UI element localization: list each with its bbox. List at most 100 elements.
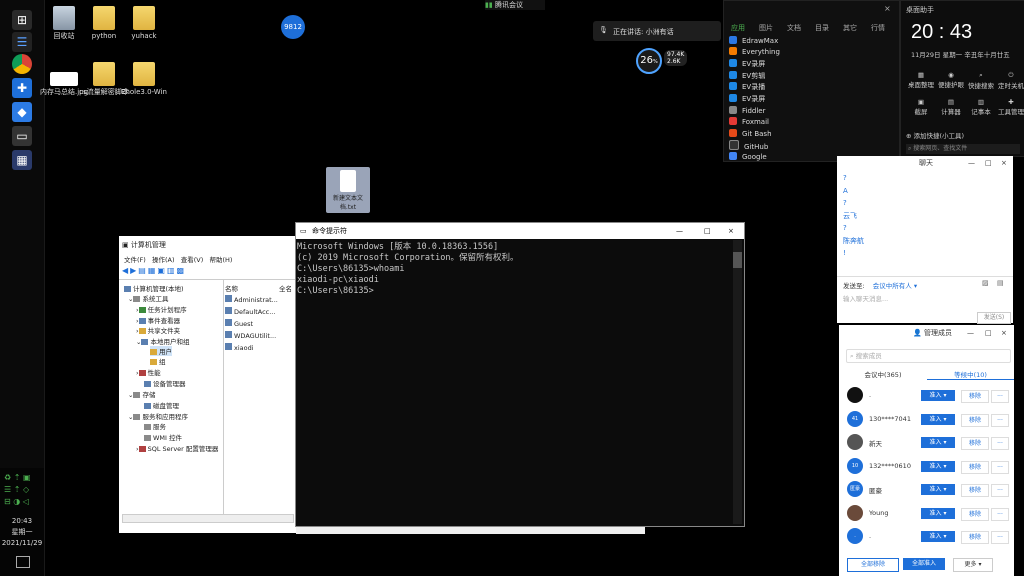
app-item[interactable]: EV录屏 xyxy=(729,94,765,104)
tab-dirs[interactable]: 目录 xyxy=(808,1,836,33)
app-item[interactable]: Google xyxy=(729,152,767,162)
admit-button[interactable]: 准入 ▾ xyxy=(921,484,955,495)
app-item[interactable]: GitHub xyxy=(729,140,768,151)
admit-button[interactable]: 准入 ▾ xyxy=(921,437,955,448)
minimize-icon[interactable]: — xyxy=(676,223,683,239)
quick-screenshot[interactable]: ▣ 截屏 xyxy=(906,98,936,116)
close-icon[interactable]: × xyxy=(728,223,734,239)
tree-device-manager[interactable]: 设备管理器 xyxy=(144,378,186,388)
column-fullname[interactable]: 全名 xyxy=(279,283,292,293)
more-options-icon[interactable]: ··· xyxy=(991,413,1009,427)
app-item[interactable]: EV录播 xyxy=(729,82,765,92)
user-row[interactable]: Guest xyxy=(225,319,253,328)
tree-wmi[interactable]: WMI 控件 xyxy=(144,432,182,442)
tree-root[interactable]: 计算机管理(本地) xyxy=(124,283,184,293)
tree-services[interactable]: 服务 xyxy=(144,421,166,431)
admit-button[interactable]: 准入 ▾ xyxy=(921,531,955,542)
tab-waiting[interactable]: 等候中(10) xyxy=(927,369,1014,380)
quick-notepad[interactable]: ▥ 记事本 xyxy=(966,98,996,116)
minimize-icon[interactable]: — xyxy=(968,156,975,170)
tree-services-apps[interactable]: ⌄ 服务和应用程序 xyxy=(128,411,188,421)
tab-market[interactable]: 行情 xyxy=(864,1,892,33)
quick-shutdown[interactable]: ⏻ 定时关机 xyxy=(996,71,1024,90)
tree-groups[interactable]: 组 xyxy=(150,356,166,366)
maximize-icon[interactable]: □ xyxy=(985,156,992,170)
horizontal-scrollbar[interactable] xyxy=(122,514,294,523)
add-quick-button[interactable]: ⊕ 添加快捷(小工具) xyxy=(906,130,964,140)
notification-icon[interactable] xyxy=(16,556,30,568)
file-icon[interactable]: ▤ xyxy=(997,279,1004,287)
chat-input[interactable]: 输入聊天消息... xyxy=(843,293,888,303)
admit-button[interactable]: 准入 ▾ xyxy=(921,390,955,401)
tree-storage[interactable]: ⌄ 存储 xyxy=(128,389,155,399)
more-options-icon[interactable]: ··· xyxy=(991,437,1009,450)
yuhack-folder-icon[interactable]: yuhack xyxy=(118,6,170,41)
tree-disk-management[interactable]: 磁盘管理 xyxy=(144,400,179,410)
user-row[interactable]: xiaodi xyxy=(225,343,254,352)
close-icon[interactable]: × xyxy=(1001,326,1007,340)
tab-apps[interactable]: 应用 xyxy=(724,1,752,33)
column-name[interactable]: 名称 xyxy=(225,283,238,293)
admit-button[interactable]: 准入 ▾ xyxy=(921,507,955,519)
app-item[interactable]: Foxmail xyxy=(729,117,769,127)
quick-desktop-tidy[interactable]: ▦ 桌面整理 xyxy=(906,71,936,89)
text-file-icon[interactable]: 新建文本文档.txt xyxy=(326,167,370,213)
speed-widget[interactable]: 26% 97.4K 2.6K xyxy=(636,48,696,76)
app-item[interactable]: EV录屏 xyxy=(729,59,765,69)
meeting-status-bar[interactable]: ▮▮ 腾讯会议 xyxy=(485,0,545,10)
floating-badge[interactable]: 9812 xyxy=(281,15,305,39)
admit-all-button[interactable]: 全部准入 xyxy=(903,558,945,570)
chrome-icon[interactable] xyxy=(12,54,32,74)
tab-docs[interactable]: 文档 xyxy=(780,1,808,33)
close-icon[interactable]: × xyxy=(1001,156,1007,170)
menu-help[interactable]: 帮助(H) xyxy=(209,256,232,264)
image-icon[interactable]: ▨ xyxy=(982,279,989,287)
cmd-title-bar[interactable]: ▭ 命令提示符 — □ × xyxy=(296,223,744,239)
app-item[interactable]: EdrawMax xyxy=(729,36,778,46)
tree-event-viewer[interactable]: › 事件查看器 xyxy=(136,315,180,325)
menu-view[interactable]: 查看(V) xyxy=(181,256,204,264)
remove-button[interactable]: 移除 xyxy=(961,484,989,497)
menu-action[interactable]: 操作(A) xyxy=(152,256,175,264)
more-options-icon[interactable]: ··· xyxy=(991,460,1009,474)
ehole-folder-icon[interactable]: Ehole3.0-Win xyxy=(118,62,170,97)
member-search-input[interactable]: ⌕ 搜索成员 xyxy=(846,349,1011,363)
more-options-icon[interactable]: ··· xyxy=(991,531,1009,544)
windows-logo-icon[interactable]: ⊞ xyxy=(12,10,32,30)
remove-button[interactable]: 移除 xyxy=(961,507,989,521)
cmd-taskbar-icon[interactable]: ▭ xyxy=(12,126,32,146)
app-icon[interactable]: ◆ xyxy=(12,102,32,122)
mgmt-toolbar[interactable]: ◀▶▤▦▣▥▩ xyxy=(122,266,186,275)
command-prompt-window[interactable]: ▭ 命令提示符 — □ × Microsoft Windows [版本 10.0… xyxy=(295,222,745,527)
tray-icons[interactable]: ♻ ⇡ ▣ ☰ ⇡ ◇ ⊟ ◑ ◁ xyxy=(4,472,40,512)
assistant-search-input[interactable]: ⌕ 搜索网页、查找文件 xyxy=(906,144,1020,154)
maximize-icon[interactable]: □ xyxy=(985,326,992,340)
app-item[interactable]: Fiddler xyxy=(729,106,765,116)
app-item[interactable]: Everything xyxy=(729,47,780,57)
app-item[interactable]: Git Bash xyxy=(729,129,772,139)
tree-shared-folders[interactable]: › 共享文件夹 xyxy=(136,325,180,335)
admit-button[interactable]: 准入 ▾ xyxy=(921,460,955,472)
remove-button[interactable]: 移除 xyxy=(961,460,989,474)
quick-eye-care[interactable]: ◉ 便捷护眼 xyxy=(936,71,966,89)
remove-button[interactable]: 移除 xyxy=(961,413,989,427)
more-options-icon[interactable]: ··· xyxy=(991,484,1009,497)
user-row[interactable]: WDAGUtilit... xyxy=(225,331,276,340)
maximize-icon[interactable]: □ xyxy=(704,223,711,239)
user-row[interactable]: DefaultAcc... xyxy=(225,307,275,316)
tab-other[interactable]: 其它 xyxy=(836,1,864,33)
admit-button[interactable]: 准入 ▾ xyxy=(921,413,955,425)
cmd-output[interactable]: Microsoft Windows [版本 10.0.18363.1556] (c… xyxy=(296,239,744,300)
quick-search[interactable]: ⌕ 快捷搜索 xyxy=(966,71,996,90)
cmd-scrollbar[interactable] xyxy=(733,240,742,524)
remove-button[interactable]: 移除 xyxy=(961,437,989,450)
quick-tools[interactable]: ✚ 工具管理 xyxy=(996,98,1024,116)
tree-system-tools[interactable]: ⌄ 系统工具 xyxy=(128,293,168,303)
more-options-icon[interactable]: ··· xyxy=(991,390,1009,403)
tool-icon[interactable]: ✚ xyxy=(12,78,32,98)
tree-performance[interactable]: › 性能 xyxy=(136,367,161,377)
remove-all-button[interactable]: 全部移除 xyxy=(847,558,899,572)
tab-in-meeting[interactable]: 会议中(365) xyxy=(839,369,927,379)
tree-users[interactable]: 用户 xyxy=(150,346,172,356)
send-button[interactable]: 发送(S) xyxy=(977,312,1011,324)
